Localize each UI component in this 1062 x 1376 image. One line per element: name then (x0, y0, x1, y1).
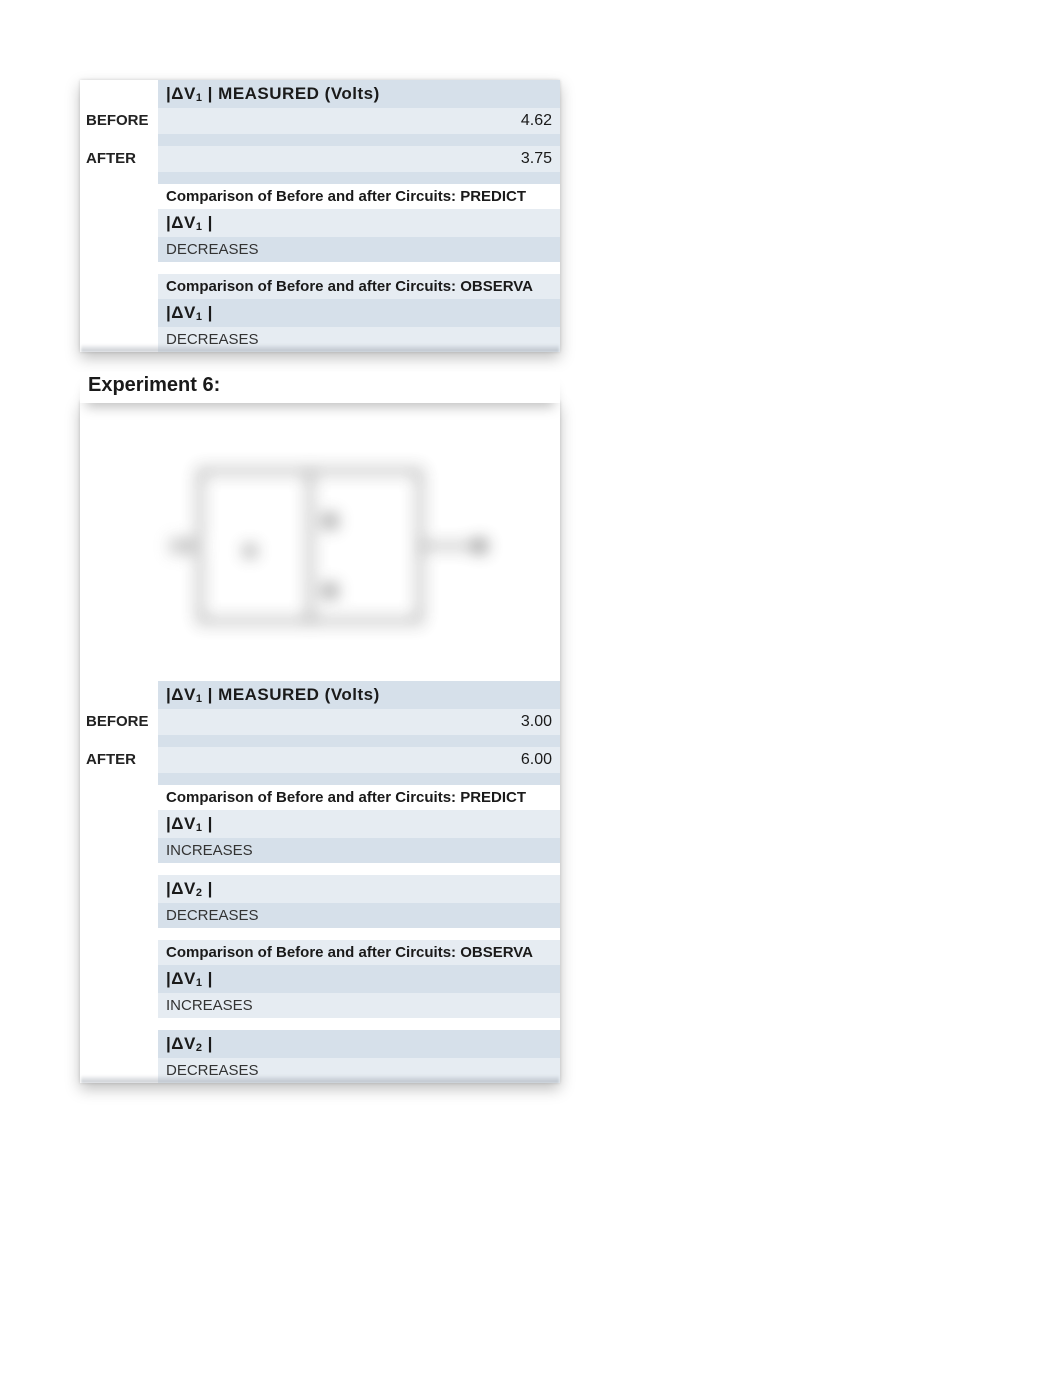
dv1-label: |ΔV1 | (166, 969, 213, 988)
dv-rest: | (202, 814, 212, 833)
empty-cell (80, 928, 158, 940)
empty-cell (158, 262, 560, 274)
after-label: AFTER (80, 747, 158, 773)
dv1-label: |ΔV1 | MEASURED (Volts) (166, 685, 380, 704)
experiment-title: Experiment 6: (86, 374, 220, 397)
dv1-label: |ΔV1 | (166, 213, 213, 232)
dv-rest: | (202, 879, 212, 898)
empty-cell (80, 863, 158, 875)
dv2-label: |ΔV2 | (166, 1034, 213, 1053)
empty-cell (158, 172, 560, 184)
observa-value: DECREASES (158, 327, 560, 352)
dv-rest: | MEASURED (Volts) (202, 685, 379, 704)
dv-text: |ΔV (166, 879, 196, 898)
empty-cell (80, 1018, 158, 1030)
observa-dv-row: |ΔV1 | (158, 299, 560, 327)
dv-rest: | MEASURED (Volts) (202, 84, 379, 103)
observa-heading: Comparison of Before and after Circuits:… (158, 274, 560, 299)
empty-cell (158, 773, 560, 785)
before-value: 4.62 (158, 108, 560, 134)
empty-cell (80, 184, 158, 209)
empty-cell (158, 928, 560, 940)
dv-rest: | (202, 1034, 212, 1053)
predict-dv2-row: |ΔV2 | (158, 875, 560, 903)
predict-heading: Comparison of Before and after Circuits:… (158, 785, 560, 810)
dv-text: |ΔV (166, 814, 196, 833)
empty-cell (80, 773, 158, 785)
after-label: AFTER (80, 146, 158, 172)
empty-cell (158, 134, 560, 146)
empty-cell (80, 327, 158, 352)
before-value: 3.00 (158, 709, 560, 735)
predict-dv1-row: |ΔV1 | (158, 810, 560, 838)
observa-dv2-row: |ΔV2 | (158, 1030, 560, 1058)
empty-cell (80, 262, 158, 274)
experiment5-panel: |ΔV1 | MEASURED (Volts) BEFORE 4.62 AFTE… (80, 80, 560, 352)
empty-cell (80, 965, 158, 993)
observa-dv1-row: |ΔV1 | (158, 965, 560, 993)
dv1-label: |ΔV1 | (166, 814, 213, 833)
dv-text: |ΔV (166, 969, 196, 988)
empty-cell (80, 172, 158, 184)
empty-cell (158, 863, 560, 875)
empty-cell (80, 903, 158, 928)
observa-title: Comparison of Before and after Circuits:… (166, 278, 533, 295)
empty-cell (80, 810, 158, 838)
observa-value-1: INCREASES (158, 993, 560, 1018)
empty-cell (80, 735, 158, 747)
dv-text: |ΔV (166, 303, 196, 322)
predict-title: Comparison of Before and after Circuits:… (166, 188, 526, 205)
dv-rest: | (202, 969, 212, 988)
table-header: |ΔV1 | MEASURED (Volts) (158, 80, 560, 108)
dv-rest: | (202, 303, 212, 322)
predict-heading: Comparison of Before and after Circuits:… (158, 184, 560, 209)
experiment6-panel: |ΔV1 | MEASURED (Volts) BEFORE 3.00 AFTE… (80, 401, 560, 1083)
predict-value: DECREASES (158, 237, 560, 262)
empty-cell (80, 785, 158, 810)
predict-title: Comparison of Before and after Circuits:… (166, 789, 526, 806)
empty-cell (158, 1018, 560, 1030)
empty-cell (158, 735, 560, 747)
empty-cell (80, 993, 158, 1018)
dv-rest: | (202, 213, 212, 232)
predict-value-1: INCREASES (158, 838, 560, 863)
circuit-diagram-wrap (80, 401, 560, 681)
dv-text: |ΔV (166, 213, 196, 232)
empty-cell (80, 1058, 158, 1083)
dv1-label: |ΔV1 | (166, 303, 213, 322)
dv-text: |ΔV (166, 685, 196, 704)
empty-cell (80, 940, 158, 965)
dv-text: |ΔV (166, 1034, 196, 1053)
empty-cell (80, 838, 158, 863)
empty-cell (80, 134, 158, 146)
observa-heading: Comparison of Before and after Circuits:… (158, 940, 560, 965)
dv2-label: |ΔV2 | (166, 879, 213, 898)
empty-cell (80, 681, 158, 709)
document-container: |ΔV1 | MEASURED (Volts) BEFORE 4.62 AFTE… (0, 0, 560, 1083)
empty-cell (80, 209, 158, 237)
before-label: BEFORE (80, 108, 158, 134)
empty-cell (80, 80, 158, 108)
empty-cell (80, 237, 158, 262)
experiment-title-row: Experiment 6: (80, 372, 560, 403)
empty-cell (80, 875, 158, 903)
empty-cell (80, 1030, 158, 1058)
predict-dv-row: |ΔV1 | (158, 209, 560, 237)
empty-cell (80, 299, 158, 327)
dv-text: |ΔV (166, 84, 196, 103)
observa-title: Comparison of Before and after Circuits:… (166, 944, 533, 961)
predict-value-2: DECREASES (158, 903, 560, 928)
after-value: 6.00 (158, 747, 560, 773)
observa-value-2: DECREASES (158, 1058, 560, 1083)
dv1-label: |ΔV1 | MEASURED (Volts) (166, 84, 380, 103)
table-header: |ΔV1 | MEASURED (Volts) (158, 681, 560, 709)
after-value: 3.75 (158, 146, 560, 172)
empty-cell (80, 274, 158, 299)
before-label: BEFORE (80, 709, 158, 735)
circuit-diagram (130, 431, 510, 661)
